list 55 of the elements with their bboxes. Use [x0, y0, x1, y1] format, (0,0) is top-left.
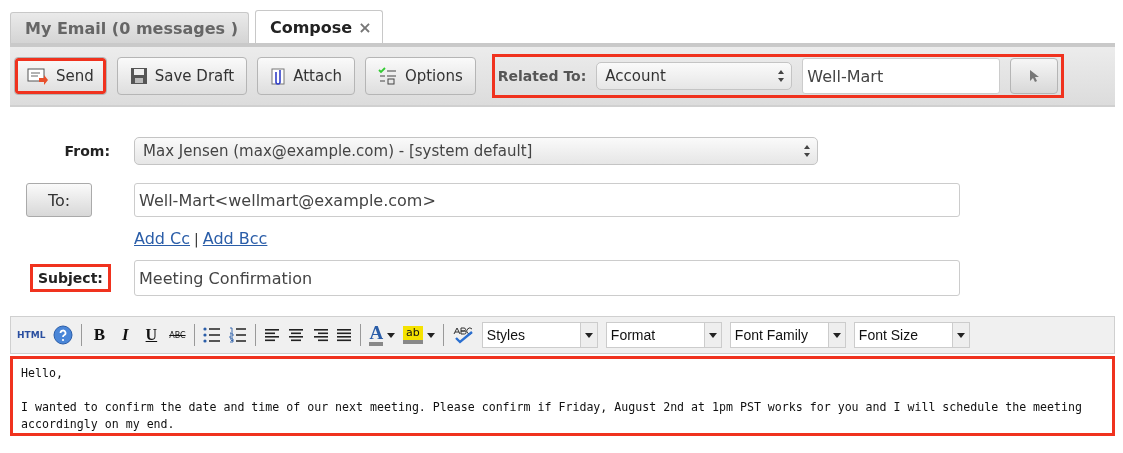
link-separator: |	[194, 230, 199, 247]
align-right-icon[interactable]	[312, 328, 329, 342]
editor-dropdown[interactable]: Styles	[481, 322, 598, 348]
message-paragraph: Hello,	[21, 365, 64, 382]
caret-icon	[708, 332, 717, 338]
close-icon[interactable]: ×	[358, 17, 372, 37]
add-bcc-link[interactable]: Add Bcc	[202, 229, 268, 248]
select-record-button[interactable]	[1010, 58, 1059, 94]
align-left-icon[interactable]	[264, 328, 281, 342]
related-record-field[interactable]: Well-Mart	[802, 58, 1001, 94]
bullet-list-icon[interactable]	[203, 327, 222, 343]
add-cc-link[interactable]: Add Cc	[134, 229, 191, 248]
html-mode-button[interactable]: HTML	[17, 324, 46, 346]
help-icon[interactable]	[53, 325, 74, 345]
paperclip-icon	[270, 66, 287, 86]
subject-label: Subject:	[30, 264, 111, 292]
strikethrough-button[interactable]: ABC	[168, 324, 187, 346]
cursor-arrow-icon	[1029, 69, 1040, 83]
italic-button[interactable]: I	[116, 324, 135, 346]
tab-label: Compose	[269, 17, 353, 37]
updown-arrows-icon	[777, 69, 786, 83]
envelope-arrow-icon	[27, 67, 49, 85]
send-button[interactable]: Send	[14, 57, 107, 95]
subject-field[interactable]: Meeting Confirmation	[134, 260, 960, 296]
caret-icon	[832, 332, 841, 338]
message-paragraph: I wanted to confirm the date and time of our next meeting. Please confirm if Friday, August 2nd at 1pm PST works for you and I will schedule the meeting accordingly on my end.	[21, 399, 1083, 433]
from-label: From:	[64, 143, 110, 159]
caret-icon	[387, 332, 396, 338]
caret-icon	[956, 332, 965, 338]
message-body[interactable]: Hello, I wanted to confirm the date and time of our next meeting. Please confirm if Friday, August 2nd at 1pm PST works for you and I will schedule the meeting accordingly on my end.	[10, 356, 1115, 436]
caret-icon	[426, 332, 435, 338]
align-center-icon[interactable]	[288, 328, 305, 342]
spellcheck-icon[interactable]	[451, 326, 474, 344]
updown-arrows-icon	[803, 144, 811, 158]
underline-button[interactable]: U	[142, 324, 161, 346]
font-color-button[interactable]: A	[369, 324, 396, 346]
options-button[interactable]: Options	[364, 57, 476, 95]
attach-button[interactable]: Attach	[257, 57, 355, 95]
tab[interactable]: Compose ×	[254, 10, 383, 43]
editor-dropdown[interactable]: Font Family	[729, 322, 846, 348]
related-to-label: Related To:	[497, 68, 587, 84]
to-field[interactable]: Well-Mart<wellmart@example.com>	[134, 183, 960, 217]
checklist-icon	[377, 66, 398, 86]
justify-icon[interactable]	[336, 328, 353, 342]
bold-button[interactable]: B	[90, 324, 109, 346]
from-select[interactable]: Max Jensen (max@example.com) - [system default]	[134, 137, 818, 165]
tab-label: My Email (0 messages )	[25, 18, 238, 38]
save-button[interactable]: Save Draft	[116, 57, 248, 95]
editor-dropdown[interactable]: Font Size	[853, 322, 970, 348]
related-type-select[interactable]: Account	[596, 62, 793, 90]
numbered-list-icon[interactable]	[229, 327, 248, 343]
to-button[interactable]: To:	[26, 183, 92, 217]
caret-icon	[584, 332, 593, 338]
tab[interactable]: My Email (0 messages )	[10, 12, 249, 43]
editor-dropdown[interactable]: Format	[605, 322, 722, 348]
